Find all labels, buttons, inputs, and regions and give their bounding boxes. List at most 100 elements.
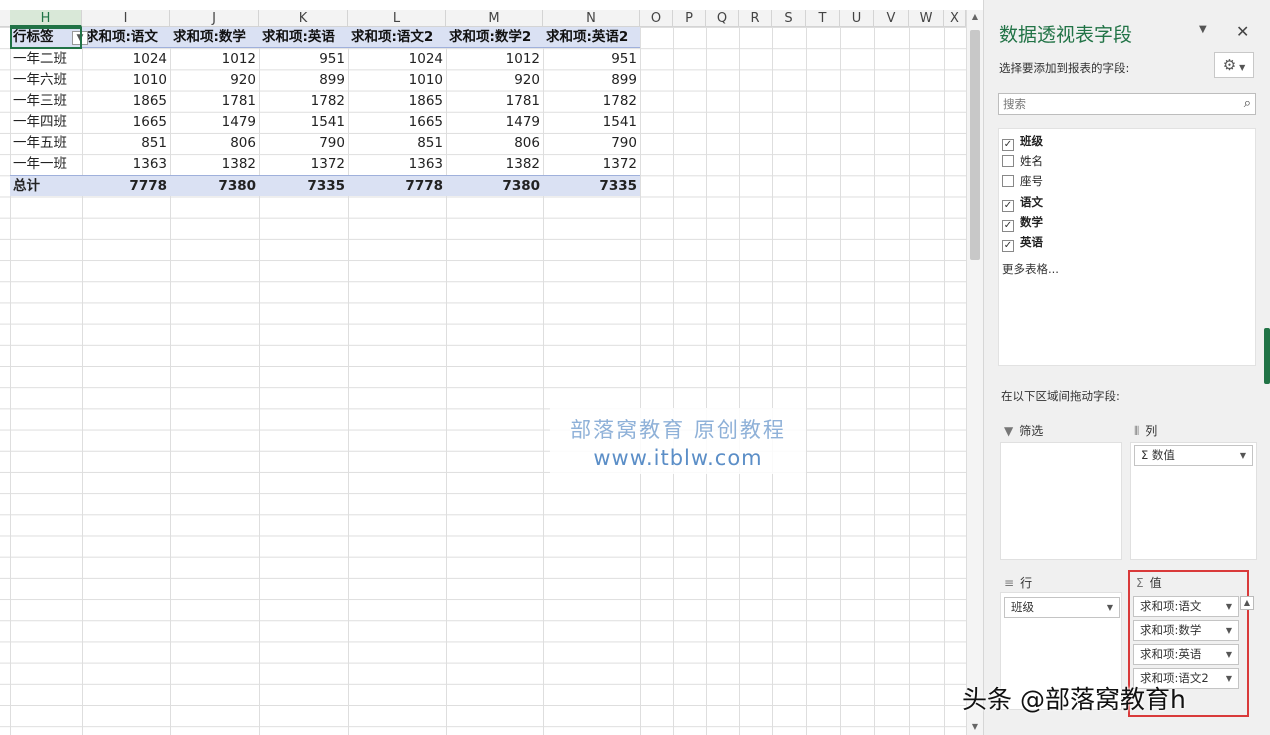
row-label-cell[interactable]: 总计: [10, 176, 82, 197]
value-cell[interactable]: 求和项:英语: [259, 27, 348, 48]
value-cell[interactable]: 1479: [446, 112, 543, 133]
column-header-p[interactable]: P: [673, 10, 706, 27]
column-header-s[interactable]: S: [772, 10, 806, 27]
rows-chip-class[interactable]: 班级 ▼: [1004, 597, 1120, 618]
column-header-n[interactable]: N: [543, 10, 640, 27]
chevron-down-icon[interactable]: ▼: [1240, 446, 1246, 465]
value-cell[interactable]: 7778: [348, 176, 446, 197]
search-input[interactable]: [999, 94, 1229, 114]
column-header-t[interactable]: T: [806, 10, 840, 27]
value-cell[interactable]: 7335: [543, 176, 640, 197]
column-header-k[interactable]: K: [259, 10, 348, 27]
value-cell[interactable]: 1865: [82, 91, 170, 112]
row-label-cell[interactable]: 一年六班: [10, 70, 82, 91]
value-cell[interactable]: 1479: [170, 112, 259, 133]
value-cell[interactable]: 851: [82, 133, 170, 154]
value-cell[interactable]: 1865: [348, 91, 446, 112]
spreadsheet[interactable]: HIJKLMNOPQRSTUVWX 行标签 求和项:语文 求和项:数学 求和项:英语求…: [0, 0, 966, 735]
value-cell[interactable]: 1782: [259, 91, 348, 112]
checkbox-checked-icon[interactable]: ✓: [1002, 240, 1014, 252]
more-tables-link[interactable]: 更多表格...: [1002, 261, 1059, 277]
value-cell[interactable]: 求和项:英语2: [543, 27, 640, 48]
row-label-cell[interactable]: 一年五班: [10, 133, 82, 154]
checkbox-empty-icon[interactable]: [1002, 175, 1014, 188]
column-header-h[interactable]: H: [10, 10, 82, 27]
checkbox-checked-icon[interactable]: ✓: [1002, 139, 1014, 151]
pivot-header-row[interactable]: 行标签 求和项:语文 求和项:数学 求和项:英语 求和项:语文2 求和项:数学2 求和项:英…: [10, 27, 640, 48]
value-cell[interactable]: 1372: [259, 154, 348, 175]
value-cell[interactable]: 1363: [348, 154, 446, 175]
value-cell[interactable]: 7778: [82, 176, 170, 197]
value-cell[interactable]: 1012: [446, 49, 543, 70]
settings-gear-button[interactable]: ⚙ ▼: [1214, 52, 1254, 78]
value-cell[interactable]: 951: [259, 49, 348, 70]
columns-chip-values[interactable]: Σ 数值 ▼: [1134, 445, 1253, 466]
value-cell[interactable]: 806: [170, 133, 259, 154]
field-item[interactable]: 姓名: [1002, 151, 1043, 171]
column-header-i[interactable]: I: [82, 10, 170, 27]
pivot-row[interactable]: 一年六班 1010 920 899 1010 920 899: [10, 70, 640, 91]
checkbox-empty-icon[interactable]: [1002, 155, 1014, 168]
row-label-cell[interactable]: 一年三班: [10, 91, 82, 112]
pivot-total-row[interactable]: 总计 7778 7380 7335 7778 7380 7335: [10, 175, 640, 196]
pane-menu-icon[interactable]: ▼: [1199, 24, 1207, 35]
value-cell[interactable]: 求和项:数学2: [446, 27, 543, 48]
value-cell[interactable]: 806: [446, 133, 543, 154]
value-cell[interactable]: 1665: [82, 112, 170, 133]
value-cell[interactable]: 1010: [348, 70, 446, 91]
value-cell[interactable]: 1024: [348, 49, 446, 70]
pivot-row[interactable]: 一年五班 851 806 790 851 806 790: [10, 133, 640, 154]
column-header-r[interactable]: R: [739, 10, 772, 27]
close-icon[interactable]: ✕: [1236, 22, 1249, 41]
pane-resize-handle[interactable]: [1264, 328, 1270, 384]
pivot-row[interactable]: 一年一班 1363 1382 1372 1363 1382 1372: [10, 154, 640, 175]
value-cell[interactable]: 1382: [446, 154, 543, 175]
column-header-o[interactable]: O: [640, 10, 673, 27]
chevron-down-icon[interactable]: ▼: [1107, 598, 1113, 617]
value-cell[interactable]: 1010: [82, 70, 170, 91]
scroll-down-icon[interactable]: ▼: [970, 722, 980, 732]
value-cell[interactable]: 920: [446, 70, 543, 91]
column-header-q[interactable]: Q: [706, 10, 739, 27]
field-item[interactable]: ✓ 数学: [1002, 212, 1043, 232]
value-cell[interactable]: 1012: [170, 49, 259, 70]
value-cell[interactable]: 1541: [259, 112, 348, 133]
columns-area[interactable]: Σ 数值 ▼: [1130, 442, 1257, 560]
pivot-row[interactable]: 一年三班 1865 1781 1782 1865 1781 1782: [10, 91, 640, 112]
value-cell[interactable]: 求和项:语文2: [348, 27, 446, 48]
value-cell[interactable]: 1781: [170, 91, 259, 112]
vertical-scrollbar[interactable]: ▲ ▼: [966, 10, 983, 735]
checkbox-checked-icon[interactable]: ✓: [1002, 199, 1014, 212]
scroll-thumb[interactable]: [970, 30, 980, 260]
value-cell[interactable]: 求和项:数学: [170, 27, 259, 48]
value-cell[interactable]: 790: [259, 133, 348, 154]
value-cell[interactable]: 851: [348, 133, 446, 154]
scroll-up-icon[interactable]: ▲: [970, 12, 980, 22]
value-cell[interactable]: 790: [543, 133, 640, 154]
value-cell[interactable]: 1382: [170, 154, 259, 175]
values-scroll-up-icon[interactable]: ▲: [1240, 596, 1254, 610]
pivot-row[interactable]: 一年二班 1024 1012 951 1024 1012 951: [10, 49, 640, 70]
field-item[interactable]: ✓ 英语: [1002, 232, 1043, 252]
field-item[interactable]: ✓ 班级: [1002, 131, 1043, 151]
field-item[interactable]: 座号: [1002, 171, 1043, 191]
column-header-m[interactable]: M: [446, 10, 543, 27]
value-cell[interactable]: 899: [259, 70, 348, 91]
value-cell[interactable]: 7335: [259, 176, 348, 197]
value-cell[interactable]: 1782: [543, 91, 640, 112]
value-cell[interactable]: 1781: [446, 91, 543, 112]
filter-area[interactable]: [1000, 442, 1122, 560]
value-cell[interactable]: 899: [543, 70, 640, 91]
column-header-v[interactable]: V: [874, 10, 909, 27]
checkbox-checked-icon[interactable]: ✓: [1002, 219, 1014, 232]
value-cell[interactable]: 7380: [446, 176, 543, 197]
column-header-l[interactable]: L: [348, 10, 446, 27]
value-cell[interactable]: 1363: [82, 154, 170, 175]
value-cell[interactable]: 求和项:语文: [82, 27, 170, 48]
field-search[interactable]: ⌕: [998, 93, 1256, 115]
row-label-cell[interactable]: 一年一班: [10, 154, 82, 175]
value-cell[interactable]: 1665: [348, 112, 446, 133]
value-cell[interactable]: 1541: [543, 112, 640, 133]
value-cell[interactable]: 1372: [543, 154, 640, 175]
row-label-cell[interactable]: 一年四班: [10, 112, 82, 133]
